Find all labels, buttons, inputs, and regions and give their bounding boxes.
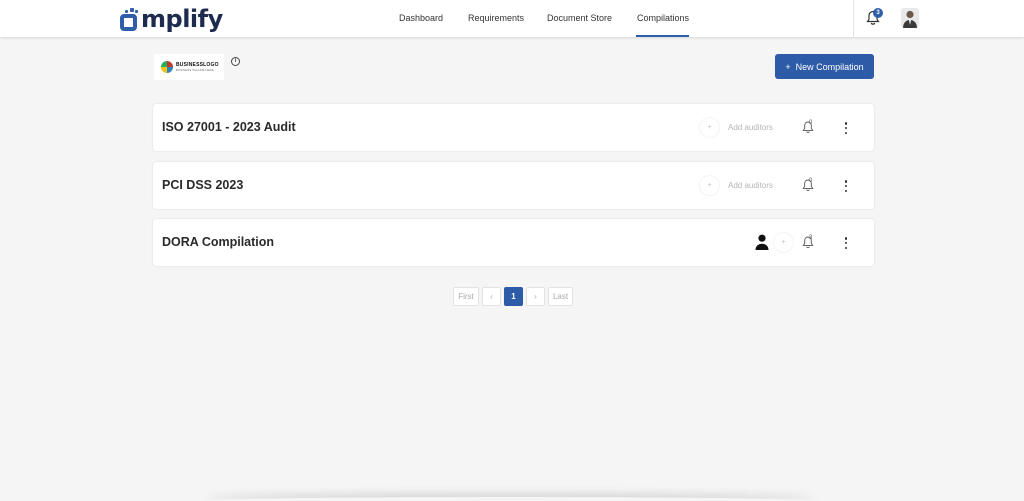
- compilation-card[interactable]: ISO 27001 - 2023 Audit + Add auditors 0: [153, 104, 874, 151]
- new-compilation-button[interactable]: + New Compilation: [775, 54, 874, 79]
- pagination-first[interactable]: First: [453, 287, 479, 306]
- app-logo[interactable]: mplify: [118, 4, 223, 34]
- compilation-title[interactable]: ISO 27001 - 2023 Audit: [162, 104, 296, 151]
- compilation-title[interactable]: DORA Compilation: [162, 219, 274, 266]
- nav-dashboard[interactable]: Dashboard: [399, 0, 443, 37]
- pagination-prev-icon[interactable]: ‹: [482, 287, 501, 306]
- nav-document-store[interactable]: Document Store: [547, 0, 612, 37]
- logo-mark-icon: [118, 8, 140, 31]
- add-auditors-link[interactable]: Add auditors: [728, 162, 773, 209]
- notification-count: 0: [809, 120, 813, 126]
- more-options-icon[interactable]: [843, 237, 849, 249]
- logo-text: mplify: [141, 5, 223, 33]
- pagination-last[interactable]: Last: [548, 287, 573, 306]
- compilation-card[interactable]: PCI DSS 2023 + Add auditors 0: [153, 162, 874, 209]
- top-header: mplify Dashboard Requirements Document S…: [0, 0, 1024, 37]
- pagination-page-1[interactable]: 1: [504, 287, 523, 306]
- nav-compilations[interactable]: Compilations: [636, 0, 689, 37]
- more-options-icon[interactable]: [843, 122, 849, 134]
- compilation-card[interactable]: DORA Compilation + 3: [153, 219, 874, 266]
- user-avatar[interactable]: [901, 8, 919, 28]
- add-auditor-plus-icon[interactable]: +: [700, 118, 719, 137]
- pagination-next-icon[interactable]: ›: [526, 287, 545, 306]
- notification-count: 3: [809, 235, 813, 241]
- business-logo-mark-icon: [161, 61, 173, 73]
- business-logo-tagline: BUSINESS TAGLINE HERE: [176, 68, 214, 72]
- notification-count: 0: [809, 178, 813, 184]
- auditor-user-icon[interactable]: [753, 233, 771, 251]
- compilation-title[interactable]: PCI DSS 2023: [162, 162, 243, 209]
- more-options-icon[interactable]: [843, 180, 849, 192]
- info-icon[interactable]: i: [231, 57, 240, 66]
- header-divider: [853, 0, 854, 37]
- nav-requirements[interactable]: Requirements: [468, 0, 524, 37]
- business-logo: BUSINESSLOGO BUSINESS TAGLINE HERE: [154, 54, 224, 80]
- plus-icon: +: [785, 61, 791, 72]
- add-auditor-plus-icon[interactable]: +: [700, 176, 719, 195]
- add-auditors-link[interactable]: Add auditors: [728, 104, 773, 151]
- bottom-panel-edge: [205, 497, 815, 501]
- add-auditor-plus-icon[interactable]: +: [774, 233, 793, 252]
- notification-badge: 3: [873, 8, 883, 18]
- new-compilation-label: New Compilation: [795, 61, 864, 72]
